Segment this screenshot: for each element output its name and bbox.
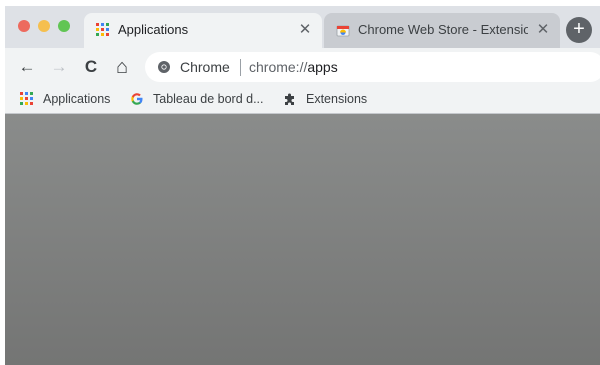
bookmarks-bar: Applications Tableau de bord d... Extens… (5, 86, 600, 114)
tab-chrome-web-store[interactable]: Chrome Web Store - Extensions ✕ (324, 13, 560, 48)
bookmark-label: Tableau de bord d... (153, 92, 264, 106)
zoom-window-button[interactable] (58, 20, 70, 32)
new-tab-button[interactable]: + (566, 17, 592, 43)
url-text: chrome://apps (249, 59, 338, 75)
tab-strip: Applications ✕ Chrome Web Store - Extens… (5, 6, 600, 48)
apps-grid-icon (96, 23, 109, 36)
chrome-web-store-icon (336, 25, 350, 37)
page-chip: Chrome (180, 59, 230, 75)
close-tab-icon[interactable]: ✕ (296, 21, 314, 39)
tab-applications[interactable]: Applications ✕ (84, 13, 322, 48)
toolbar: ← → C ⌂ Chrome chrome://apps (5, 48, 600, 86)
bookmark-extensions[interactable]: Extensions (283, 91, 378, 109)
browser-window: Applications ✕ Chrome Web Store - Extens… (5, 6, 600, 365)
address-bar[interactable]: Chrome chrome://apps (145, 52, 600, 82)
reload-button[interactable]: C (79, 55, 103, 79)
google-g-icon (131, 93, 143, 105)
page-content (5, 114, 600, 365)
chrome-icon (158, 61, 170, 73)
apps-grid-icon (20, 92, 33, 105)
bookmark-label: Applications (43, 92, 111, 106)
divider (240, 59, 241, 76)
close-tab-icon[interactable]: ✕ (534, 21, 552, 39)
forward-button[interactable]: → (47, 55, 71, 79)
bookmark-tableau-de-bord[interactable]: Tableau de bord d... (130, 91, 270, 109)
bookmark-label: Extensions (306, 92, 368, 106)
back-button[interactable]: ← (15, 55, 39, 79)
close-window-button[interactable] (18, 20, 30, 32)
bookmark-applications[interactable]: Applications (20, 91, 120, 109)
home-button[interactable]: ⌂ (110, 55, 134, 79)
url-scheme: chrome:// (249, 59, 308, 75)
minimize-window-button[interactable] (38, 20, 50, 32)
url-host: apps (307, 59, 338, 75)
puzzle-icon (285, 93, 294, 105)
tab-title: Applications (118, 22, 189, 37)
tab-title: Chrome Web Store - Extensions (358, 22, 528, 37)
